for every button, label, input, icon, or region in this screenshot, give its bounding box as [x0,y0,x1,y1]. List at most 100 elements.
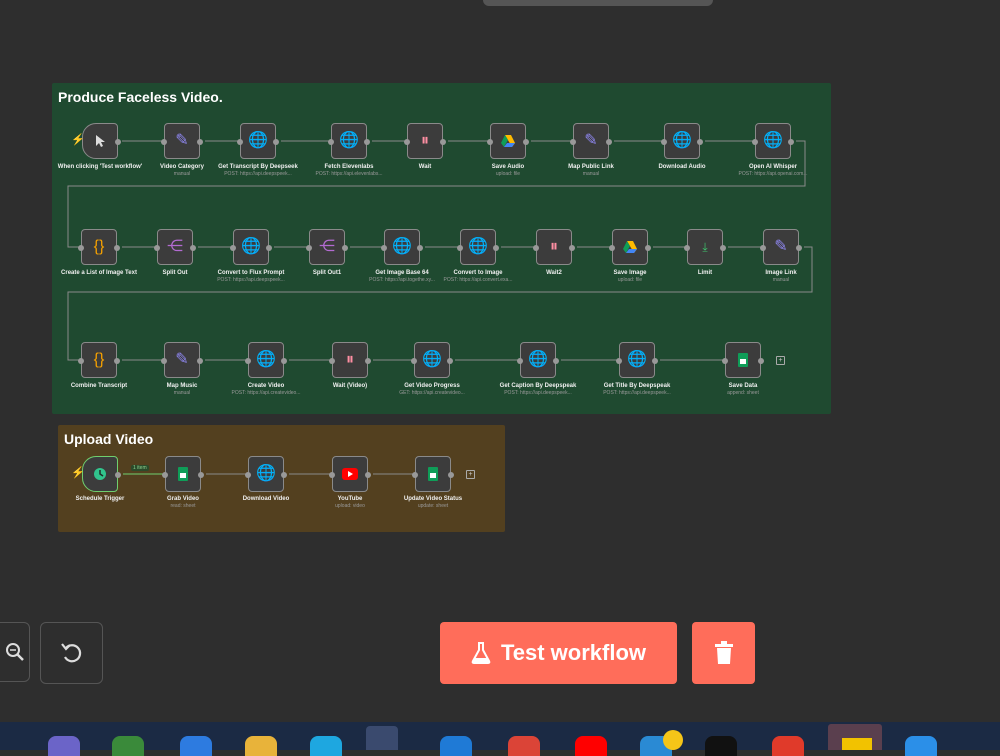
pause-icon: ⏸ [549,238,558,255]
sticky-title: Produce Faceless Video. [58,89,223,105]
map-music-node[interactable]: ✎ [161,342,203,378]
get-caption-node[interactable]: 🌐 [517,342,559,378]
node-label: Open AI Whisper POST: https://api.openai.… [738,164,808,177]
globe-icon: 🌐 [672,132,692,149]
trash-icon [714,641,733,664]
node-label: Wait (Video) [332,383,368,389]
video-category-node[interactable]: ✎ [161,123,203,159]
braces-icon: {} [93,351,105,368]
zoom-button[interactable] [0,622,30,682]
schedule-trigger-node[interactable]: ⚡ [71,456,121,492]
node-label: Get Caption By Deepspeak POST: https://ap… [499,383,577,396]
node-label: Save Audio upload: file [491,164,525,177]
add-node-button[interactable]: + [466,470,475,479]
sticky-notes-icon[interactable] [842,738,872,750]
node-label: Get Title By Deepspeak POST: https://api.… [603,383,671,396]
os-taskbar [0,722,1000,756]
youtube-icon [342,468,358,480]
map-public-link-node[interactable]: ✎ [570,123,612,159]
pause-icon: ⏸ [420,132,429,149]
globe-icon: 🌐 [241,238,261,255]
pencil-icon: ✎ [584,132,598,149]
braces-icon: {} [93,238,105,255]
globe-icon: 🌐 [392,238,412,255]
wait-node[interactable]: ⏸ [404,123,446,159]
fetch-elevenlabs-node[interactable]: 🌐 [328,123,370,159]
flask-icon [471,642,491,664]
google-sheets-icon [738,353,748,367]
download-audio-node[interactable]: 🌐 [661,123,703,159]
grab-video-node[interactable] [162,456,204,492]
create-video-node[interactable]: 🌐 [245,342,287,378]
image-link-node[interactable]: ✎ [760,229,802,265]
get-image-base64-node[interactable]: 🌐 [381,229,423,265]
manual-trigger-node[interactable]: ⚡ [71,123,121,159]
get-transcript-node[interactable]: 🌐 [237,123,279,159]
google-sheets-icon [178,467,188,481]
delete-button[interactable] [692,622,755,684]
split-out1-node[interactable]: ⋲ [306,229,348,265]
reset-zoom-button[interactable] [40,622,103,684]
combine-transcript-node[interactable]: {} [78,342,120,378]
node-label: When clicking 'Test workflow' [57,164,143,170]
youtube-node[interactable] [329,456,371,492]
test-workflow-label: Test workflow [500,640,647,665]
vscode-icon[interactable] [905,736,937,756]
node-label: Combine Transcript [70,383,128,389]
node-label: Save Data append: sheet [727,383,759,396]
chrome-icon[interactable] [508,736,540,756]
globe-icon: 🌐 [422,351,442,368]
taskbar-app-icon[interactable] [705,736,737,756]
download-video-node[interactable]: 🌐 [245,456,287,492]
test-workflow-button[interactable]: Test workflow [440,622,677,684]
save-audio-node[interactable] [487,123,529,159]
node-label: Create Video POST: https://api.createvide… [231,383,301,396]
node-label: YouTube upload: video [335,496,365,509]
google-drive-icon [623,241,637,253]
update-video-status-node[interactable] [412,456,454,492]
taskbar-app-icon[interactable] [310,736,342,756]
split-icon: ⋲ [319,238,335,255]
pencil-icon: ✎ [175,351,189,368]
globe-icon: 🌐 [248,132,268,149]
limit-node[interactable]: ⤓ [684,229,726,265]
globe-icon: 🌐 [528,351,548,368]
notification-badge [663,730,683,750]
node-label: Map Music manual [166,383,198,396]
taskbar-app-icon[interactable] [440,736,472,756]
sticky-title: Upload Video [64,431,154,447]
pencil-icon: ✎ [774,238,788,255]
wait-video-node[interactable]: ⏸ [329,342,371,378]
globe-icon: 🌐 [256,351,276,368]
google-drive-icon [501,135,515,147]
cursor-icon [96,135,105,147]
folder-icon[interactable] [245,736,277,756]
convert-flux-prompt-node[interactable]: 🌐 [230,229,272,265]
split-icon: ⋲ [167,238,183,255]
taskbar-app-icon[interactable] [180,736,212,756]
save-image-node[interactable] [609,229,651,265]
openai-whisper-node[interactable]: 🌐 [752,123,794,159]
add-node-button[interactable]: + [776,356,785,365]
wait2-node[interactable]: ⏸ [533,229,575,265]
convert-to-image-node[interactable]: 🌐 [457,229,499,265]
clock-icon [94,468,106,480]
node-label: Map Public Link manual [568,164,614,177]
node-label: Get Video Progress GET: https://api.creat… [399,383,465,396]
node-label: Image Link manual [765,270,797,283]
create-image-text-node[interactable]: {} [78,229,120,265]
get-title-node[interactable]: 🌐 [616,342,658,378]
node-label: Wait [418,164,432,170]
save-data-node[interactable] [722,342,764,378]
taskbar-app-icon[interactable] [48,736,80,756]
node-label: Download Video [242,496,290,502]
bolt-icon: ⚡ [71,467,85,479]
split-out-node[interactable]: ⋲ [154,229,196,265]
pause-icon: ⏸ [345,351,354,368]
node-label: Get Transcript By Deepseek POST: https://… [218,164,298,177]
taskbar-app-icon[interactable] [772,736,804,756]
get-video-progress-node[interactable]: 🌐 [411,342,453,378]
youtube-taskbar-icon[interactable] [575,736,607,756]
taskbar-app-icon[interactable] [112,736,144,756]
taskbar-active-app-icon[interactable] [366,726,398,750]
